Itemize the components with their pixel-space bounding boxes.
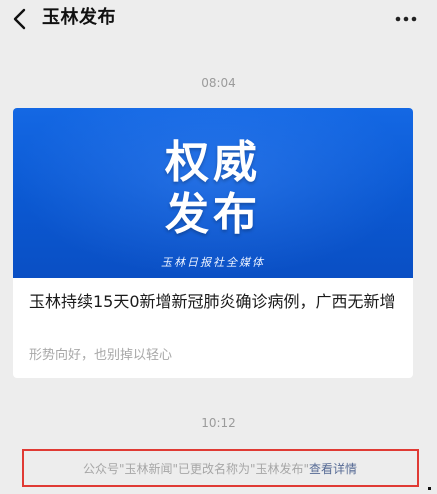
more-options-button[interactable] bbox=[393, 8, 419, 30]
notice-text: 公众号"玉林新闻"已更改名称为"玉林发布" bbox=[82, 462, 310, 476]
more-horizontal-icon bbox=[395, 16, 417, 22]
chevron-left-icon bbox=[13, 8, 26, 30]
message-timestamp: 08:04 bbox=[201, 76, 236, 90]
top-nav-bar: 玉林发布 bbox=[0, 0, 437, 40]
view-details-link[interactable]: 查看详情 bbox=[309, 462, 357, 476]
article-title: 玉林持续15天0新增新冠肺炎确诊病例，广西无新增 bbox=[29, 292, 396, 311]
stray-dot bbox=[428, 487, 431, 490]
page-title: 玉林发布 bbox=[42, 7, 116, 28]
article-summary: 形势向好，也别掉以轻心 bbox=[29, 348, 173, 363]
article-cover-image: 权威 发布 玉林日报社全媒体 bbox=[13, 108, 413, 278]
cover-publisher-mark: 玉林日报社全媒体 bbox=[161, 256, 265, 269]
back-button[interactable] bbox=[8, 4, 36, 34]
cover-headline-line1: 权威 bbox=[165, 137, 261, 188]
article-card[interactable]: 权威 发布 玉林日报社全媒体 玉林持续15天0新增新冠肺炎确诊病例，广西无新增 … bbox=[13, 108, 413, 378]
account-rename-notice: 公众号"玉林新闻"已更改名称为"玉林发布"查看详情 bbox=[45, 460, 395, 477]
message-timestamp: 10:12 bbox=[201, 416, 236, 430]
cover-headline-line2: 发布 bbox=[165, 189, 261, 240]
